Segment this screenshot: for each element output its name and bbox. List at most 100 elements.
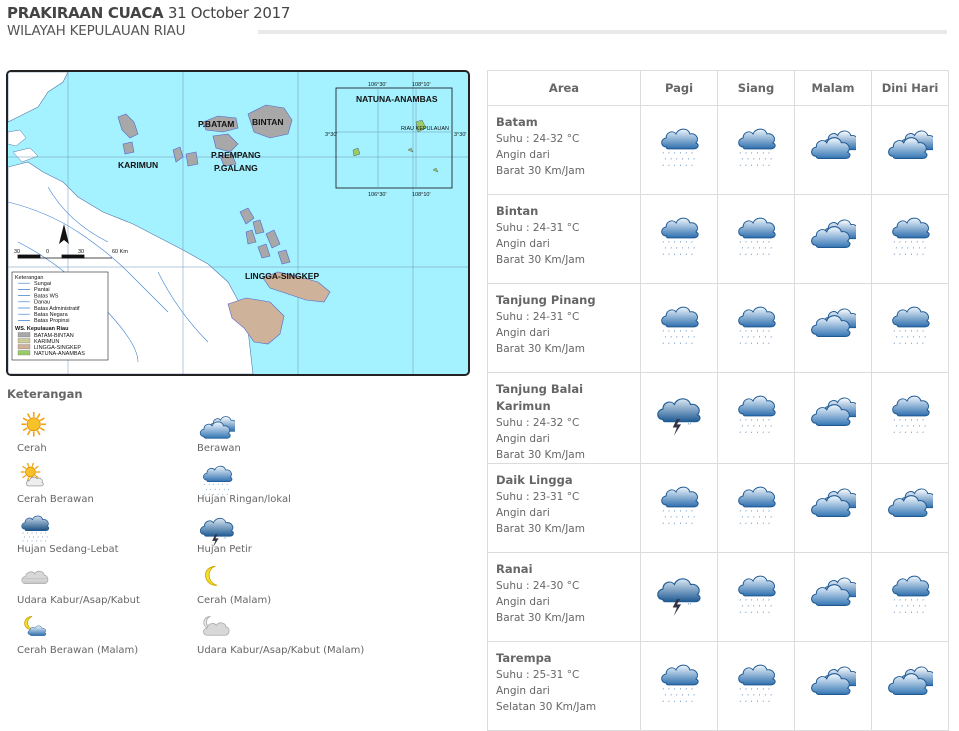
svg-text:ʻ: ʻ bbox=[916, 611, 918, 618]
svg-text:ʻ: ʻ bbox=[757, 164, 759, 171]
weather-cell: ʻʻʻʻʻʻʻʻʻʻʻʻʻʻʻʻʻʻ bbox=[717, 283, 795, 373]
thunderstorm-icon: ʻʻ bbox=[657, 398, 701, 436]
svg-text:ʻ: ʻ bbox=[911, 431, 913, 438]
legend-label: Berawan bbox=[197, 443, 241, 454]
svg-text:ʻ: ʻ bbox=[745, 164, 747, 171]
svg-text:ʻ: ʻ bbox=[764, 694, 766, 701]
svg-text:ʻ: ʻ bbox=[682, 247, 684, 254]
light-rain-icon: ʻ ʻ ʻ ʻ ʻ ʻʻ ʻ ʻ ʻ ʻ ʻʻ ʻ ʻ ʻ ʻ ʻ bbox=[661, 217, 699, 260]
area-cell: Daik Lingga Suhu : 23-31 °C Angin dari B… bbox=[487, 463, 641, 553]
area-cell: Tanjung Pinang Suhu : 24-31 °C Angin dar… bbox=[487, 283, 641, 373]
svg-text:ʻ: ʻ bbox=[899, 611, 901, 618]
area-wind-label: Angin dari bbox=[496, 149, 550, 161]
svg-text:ʻ: ʻ bbox=[670, 158, 672, 165]
svg-text:ʻ: ʻ bbox=[762, 431, 764, 438]
area-temperature: Suhu : 24-32 °C bbox=[496, 133, 580, 145]
scale-label-30-left: 30 bbox=[14, 249, 20, 255]
svg-text:ʻ: ʻ bbox=[676, 247, 678, 254]
svg-text:ʻ: ʻ bbox=[768, 431, 770, 438]
svg-text:ʻ: ʻ bbox=[24, 535, 26, 542]
light-rain-icon: ʻ ʻ ʻ ʻ ʻ ʻʻ ʻ ʻ ʻ ʻ ʻʻ ʻ ʻ ʻ ʻ ʻ bbox=[661, 664, 699, 707]
legend-label: Cerah (Malam) bbox=[197, 594, 272, 606]
area-wind-direction: Barat 30 Km/Jam bbox=[496, 343, 585, 355]
table-header-row: Area Pagi Siang Malam Dini Hari bbox=[487, 70, 949, 106]
svg-text:ʻ: ʻ bbox=[685, 253, 687, 260]
light-rain-icon: ʻ ʻ ʻ ʻ ʻ ʻʻ ʻ ʻ ʻ ʻ ʻʻ ʻ ʻ ʻ ʻ ʻ bbox=[738, 575, 776, 618]
cloud-icon bbox=[811, 577, 859, 606]
svg-text:ʻ: ʻ bbox=[662, 522, 664, 529]
svg-text:ʻ: ʻ bbox=[893, 611, 895, 618]
legend-icon bbox=[19, 564, 55, 594]
svg-text:ʻ: ʻ bbox=[768, 164, 770, 171]
area-temperature: Suhu : 23-31 °C bbox=[496, 491, 580, 503]
svg-text:ʻ: ʻ bbox=[757, 431, 759, 438]
svg-text:ʻ: ʻ bbox=[680, 700, 682, 707]
svg-text:ʻ: ʻ bbox=[764, 516, 766, 523]
svg-text:ʻ: ʻ bbox=[685, 342, 687, 349]
title-date: 31 October 2017 bbox=[167, 4, 291, 22]
svg-text:ʻ: ʻ bbox=[682, 694, 684, 701]
svg-text:ʻ: ʻ bbox=[893, 431, 895, 438]
svg-text:ʻ: ʻ bbox=[916, 431, 918, 438]
svg-text:ʻ: ʻ bbox=[747, 694, 749, 701]
cloud-icon bbox=[888, 488, 936, 517]
svg-text:ʻ: ʻ bbox=[676, 158, 678, 165]
area-wind-label: Angin dari bbox=[496, 327, 550, 339]
weather-cell bbox=[794, 372, 872, 464]
svg-text:ʻ: ʻ bbox=[764, 336, 766, 343]
svg-text:ʻ: ʻ bbox=[893, 342, 895, 349]
svg-text:ʻ: ʻ bbox=[899, 253, 901, 260]
svg-text:ʻ: ʻ bbox=[670, 694, 672, 701]
svg-text:ʻ: ʻ bbox=[918, 336, 920, 343]
area-name: Daik Lingga bbox=[496, 473, 573, 487]
svg-text:ʻ: ʻ bbox=[899, 342, 901, 349]
svg-text:ʻ: ʻ bbox=[907, 247, 909, 254]
svg-text:ʻʻ: ʻʻ bbox=[224, 536, 228, 543]
header-area: Area bbox=[487, 70, 641, 106]
legend-label: Cerah Berawan bbox=[17, 493, 94, 505]
svg-text:ʻ: ʻ bbox=[747, 605, 749, 612]
svg-text:ʻ: ʻ bbox=[764, 425, 766, 432]
svg-text:ʻ: ʻ bbox=[682, 516, 684, 523]
svg-text:ʻ: ʻ bbox=[668, 342, 670, 349]
area-cell: Tanjung Balai Karimun Suhu : 24-32 °C An… bbox=[487, 372, 641, 464]
svg-text:ʻ: ʻ bbox=[924, 336, 926, 343]
weather-cell bbox=[794, 283, 872, 373]
svg-text:ʻ: ʻ bbox=[741, 694, 743, 701]
svg-text:ʻ: ʻ bbox=[753, 425, 755, 432]
legend-label: Hujan Sedang-Lebat bbox=[17, 544, 119, 555]
legend-icon bbox=[199, 564, 235, 594]
legend-item: Berawan bbox=[187, 412, 377, 456]
svg-text:ʻ: ʻ bbox=[674, 522, 676, 529]
cloud-icon bbox=[888, 666, 936, 695]
svg-text:ʻ: ʻ bbox=[747, 158, 749, 165]
svg-text:ʻ: ʻ bbox=[764, 158, 766, 165]
svg-text:ʻ: ʻ bbox=[687, 158, 689, 165]
weather-cell: ʻʻʻʻʻʻʻʻʻʻʻʻʻʻʻʻʻʻ bbox=[871, 283, 949, 373]
svg-text:ʻ: ʻ bbox=[768, 522, 770, 529]
header-pagi: Pagi bbox=[640, 70, 718, 106]
svg-text:ʻ: ʻ bbox=[664, 247, 666, 254]
weather-cell: ʻʻʻʻʻʻʻʻʻʻʻʻʻʻʻʻʻʻ bbox=[640, 641, 718, 731]
svg-text:ʻ: ʻ bbox=[751, 611, 753, 618]
map-legend-item: Danau bbox=[34, 300, 50, 306]
legend-item: Udara Kabur/Asap/Kabut bbox=[7, 564, 197, 608]
svg-text:ʻ: ʻ bbox=[905, 342, 907, 349]
map-label-lingga: LINGGA-SINGKEP bbox=[245, 271, 319, 281]
svg-text:ʻ: ʻ bbox=[759, 247, 761, 254]
svg-text:ʻ: ʻ bbox=[676, 516, 678, 523]
svg-text:ʻ: ʻ bbox=[770, 336, 772, 343]
area-wind-label: Angin dari bbox=[496, 685, 550, 697]
svg-text:ʻ: ʻ bbox=[693, 247, 695, 254]
svg-text:ʻ: ʻ bbox=[676, 336, 678, 343]
svg-text:ʻ: ʻ bbox=[922, 253, 924, 260]
svg-text:ʻ: ʻ bbox=[759, 425, 761, 432]
svg-text:ʻ: ʻ bbox=[753, 694, 755, 701]
scale-label-0: 0 bbox=[46, 249, 49, 255]
inset-small-label: RIAU KEPULAUAN bbox=[401, 126, 449, 132]
cloud-icon bbox=[811, 666, 859, 695]
map-legend-region: NATUNA-ANAMBAS bbox=[34, 351, 85, 357]
svg-text:ʻ: ʻ bbox=[753, 605, 755, 612]
legend-label: Hujan Ringan/lokal bbox=[197, 493, 291, 505]
svg-text:ʻ: ʻ bbox=[911, 342, 913, 349]
